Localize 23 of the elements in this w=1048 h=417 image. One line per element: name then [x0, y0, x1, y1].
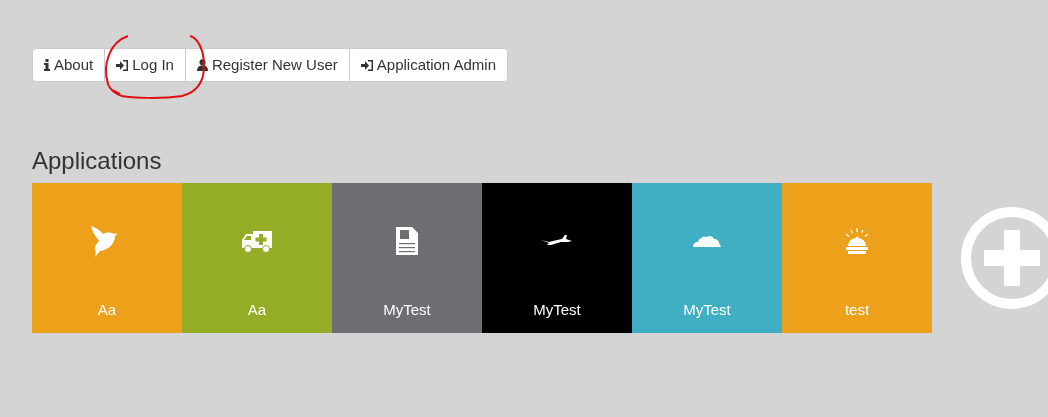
- application-tile[interactable]: MyTest: [482, 183, 632, 333]
- cloud-icon: [693, 235, 721, 247]
- service-bell-icon: [844, 228, 870, 254]
- nav-button[interactable]: About: [33, 49, 105, 81]
- airplane-icon: [541, 235, 573, 247]
- nav-button[interactable]: Application Admin: [348, 49, 508, 81]
- add-icon[interactable]: [958, 206, 1048, 310]
- tile-label: Aa: [97, 300, 117, 320]
- sign-in-icon: [360, 59, 373, 71]
- tile-label: MyTest: [683, 300, 731, 320]
- user-icon: [196, 59, 208, 71]
- nav-button[interactable]: Log In: [104, 49, 185, 81]
- info-icon: [44, 59, 50, 71]
- document-icon: [395, 226, 419, 256]
- application-tile[interactable]: MyTest: [332, 183, 482, 333]
- tile-label: MyTest: [533, 300, 581, 320]
- tile-label: test: [844, 300, 870, 320]
- tile-label: Aa: [247, 300, 267, 320]
- tile-label: MyTest: [383, 300, 431, 320]
- sign-in-icon: [116, 59, 129, 71]
- ambulance-icon: [241, 228, 273, 254]
- section-heading: Applications: [32, 146, 163, 176]
- nav-button[interactable]: Register New User: [184, 49, 349, 81]
